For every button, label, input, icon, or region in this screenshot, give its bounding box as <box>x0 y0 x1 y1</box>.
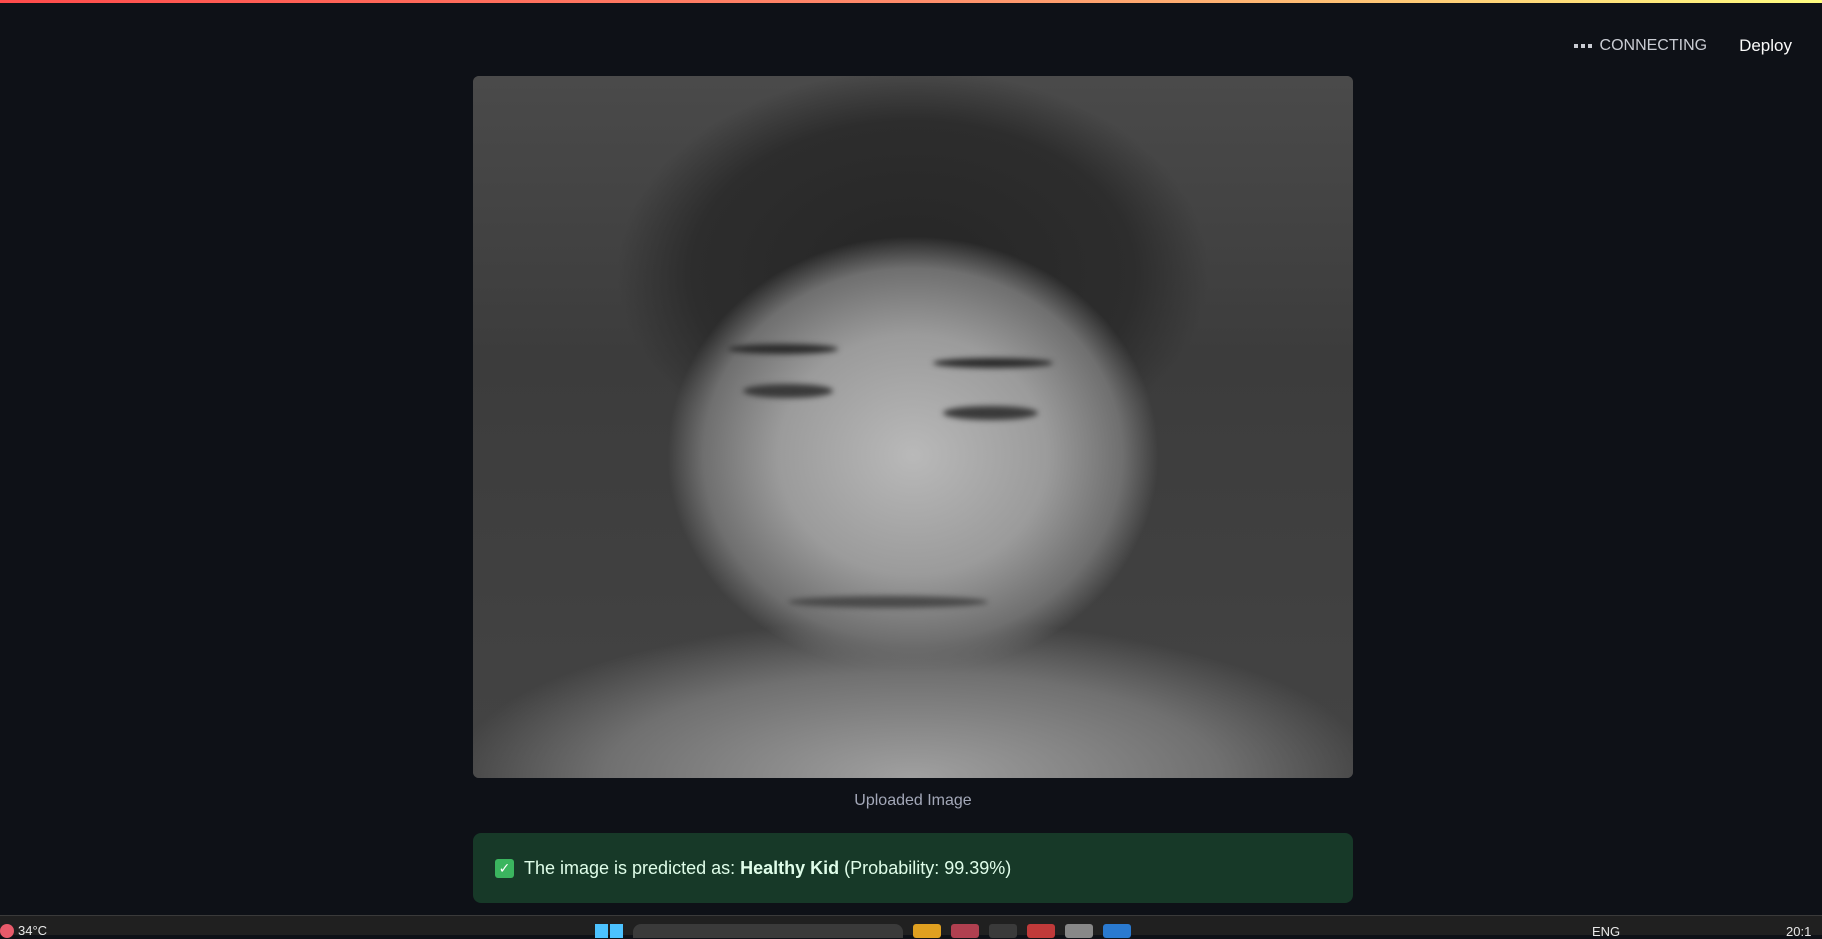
weather-widget[interactable]: 34°C <box>0 923 47 938</box>
chrome-icon[interactable] <box>1027 924 1055 938</box>
os-taskbar: 34°C ENG 20:1 <box>0 915 1822 939</box>
image-caption: Uploaded Image <box>854 792 972 809</box>
status-dots-icon <box>1573 44 1592 48</box>
prediction-label: Healthy Kid <box>740 857 840 878</box>
temperature: 34°C <box>18 923 48 938</box>
prediction-alert: ✓ The image is predicted as: Healthy Kid… <box>473 833 1353 903</box>
connection-status: CONNECTING <box>1573 37 1708 55</box>
status-label: CONNECTING <box>1599 37 1708 54</box>
vscode-icon[interactable] <box>1103 924 1131 938</box>
clock[interactable]: 20:1 <box>1786 924 1811 939</box>
prediction-probability: (Probability: 99.39%) <box>844 857 1012 878</box>
uploaded-image <box>473 76 1353 778</box>
app-icon[interactable] <box>989 924 1017 938</box>
face-photo <box>473 76 1353 778</box>
app-icon[interactable] <box>1065 924 1093 938</box>
main-content: Uploaded Image ✓ The image is predicted … <box>473 76 1353 903</box>
windows-start-icon[interactable] <box>595 924 623 938</box>
taskbar-apps <box>595 924 1131 938</box>
top-decoration-bar <box>0 0 1822 3</box>
taskbar-search[interactable] <box>633 924 903 938</box>
weather-icon <box>0 923 14 938</box>
deploy-button[interactable]: Deploy <box>1739 30 1792 62</box>
language-indicator[interactable]: ENG <box>1592 924 1620 939</box>
file-explorer-icon[interactable] <box>913 924 941 938</box>
check-icon: ✓ <box>495 858 514 878</box>
prediction-prefix: The image is predicted as: <box>524 857 736 878</box>
browser-icon[interactable] <box>951 924 979 938</box>
app-header: CONNECTING Deploy <box>1573 28 1822 64</box>
